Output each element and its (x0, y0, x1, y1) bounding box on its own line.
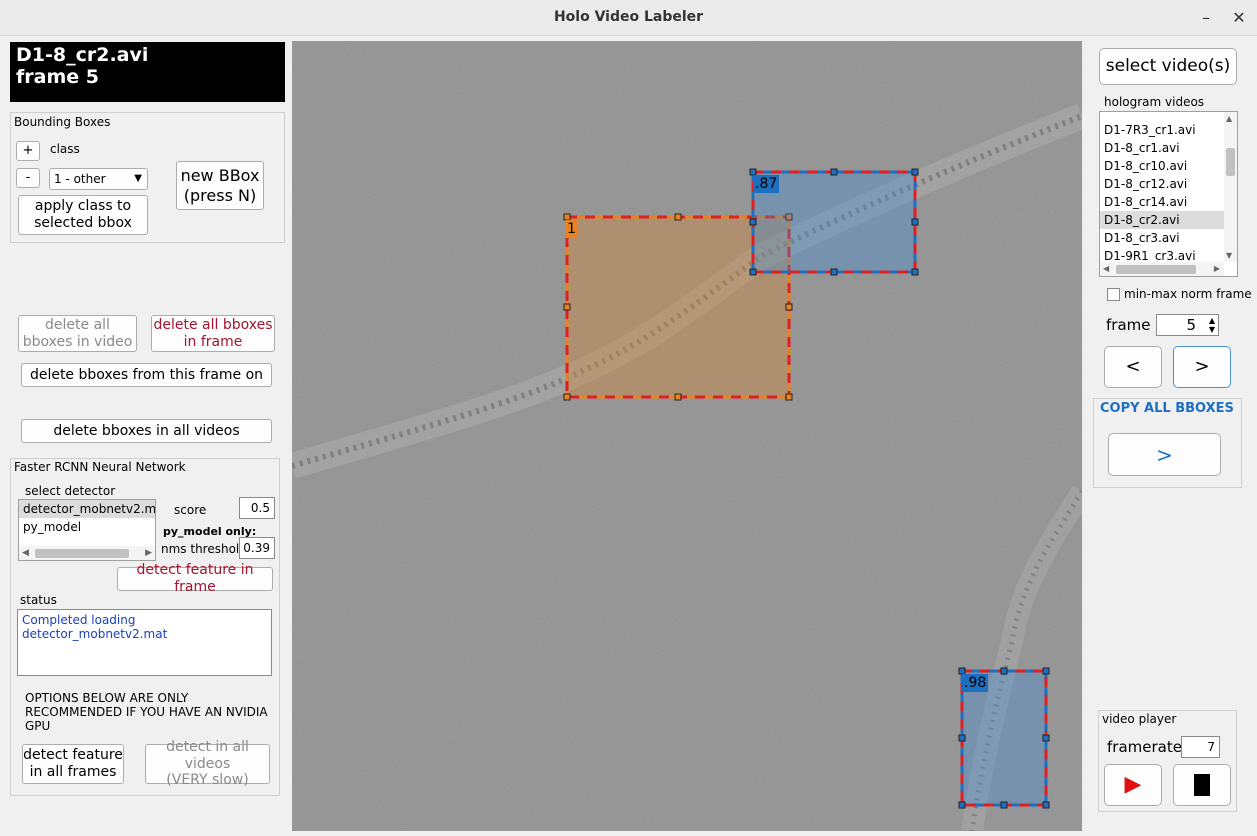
video-list-item[interactable]: D1-8_cr14.avi (1100, 193, 1224, 211)
frame-label: frame (1106, 316, 1151, 334)
framerate-label: framerate (1107, 738, 1182, 756)
score-input[interactable]: 0.5 (239, 497, 275, 519)
bbox-2-label: .87 (753, 175, 780, 193)
scroll-right-icon[interactable]: ▶ (1214, 262, 1220, 276)
scroll-up-icon[interactable]: ▲ (1226, 114, 1232, 123)
hologram-image[interactable] (292, 41, 1082, 831)
detector-list-scrollbar[interactable]: ◀ ▶ (19, 546, 155, 560)
score-label: score (174, 503, 207, 517)
apply-class-button[interactable]: apply class to selected bbox (18, 195, 148, 235)
minmax-norm-label: min-max norm frame (1124, 287, 1252, 301)
video-list-item[interactable]: D1-8_cr12.avi (1100, 175, 1224, 193)
nms-threshold-input[interactable]: 0.39 (239, 537, 275, 559)
scroll-left-icon[interactable]: ◀ (22, 546, 29, 560)
hologram-frame-view[interactable]: 1 .87 .98 (292, 41, 1082, 831)
delete-all-bboxes-in-video-button[interactable]: delete all bboxes in video (18, 315, 137, 352)
copy-bboxes-next-button[interactable]: > (1108, 433, 1221, 476)
close-button[interactable]: ✕ (1229, 8, 1249, 28)
class-dropdown[interactable]: 1 - other ▼ (49, 168, 148, 190)
detect-in-all-videos-button[interactable]: detect in all videos (VERY slow) (145, 739, 270, 788)
scroll-down-icon[interactable]: ▼ (1226, 251, 1232, 260)
frame-spinner[interactable]: 5 ▲ ▼ (1156, 314, 1219, 336)
minmax-norm-checkbox[interactable] (1107, 288, 1120, 301)
play-icon: ▶ (1124, 771, 1142, 797)
frame-spinner-value: 5 (1186, 316, 1196, 334)
video-list-vscrollbar[interactable]: ▲ ▼ (1224, 112, 1237, 262)
status-label: status (20, 593, 57, 607)
select-detector-label: select detector (25, 484, 116, 498)
video-list[interactable]: D1-7R3_cr1.avi D1-8_cr1.avi D1-8_cr10.av… (1099, 111, 1238, 277)
spinner-up-icon[interactable]: ▲ (1209, 316, 1215, 325)
delete-bboxes-all-videos-button[interactable]: delete bboxes in all videos (21, 419, 272, 443)
add-class-button[interactable]: + (16, 141, 40, 161)
detector-item[interactable]: detector_mobnetv2.mat (19, 500, 155, 518)
next-frame-button[interactable]: > (1173, 346, 1231, 388)
nms-threshold-label: nms threshold (161, 542, 247, 556)
scrollbar-thumb[interactable] (35, 549, 129, 558)
hologram-videos-label: hologram videos (1104, 95, 1205, 109)
video-list-item[interactable]: D1-9R1_cr3.avi (1100, 247, 1224, 262)
delete-all-bboxes-in-frame-button[interactable]: delete all bboxes in frame (151, 315, 275, 352)
video-list-item[interactable]: D1-8_cr3.avi (1100, 229, 1224, 247)
detect-feature-all-frames-button[interactable]: detect feature in all frames (22, 744, 124, 784)
video-filename: D1-8_cr2.avi (16, 44, 149, 66)
stop-icon (1194, 774, 1210, 796)
frame-number-label: frame 5 (16, 66, 99, 88)
video-player-title: video player (1102, 712, 1177, 726)
bbox-3-label: .98 (962, 674, 989, 692)
video-list-item[interactable]: D1-8_cr10.avi (1100, 157, 1224, 175)
scroll-right-icon[interactable]: ▶ (145, 546, 152, 560)
gpu-note: OPTIONS BELOW ARE ONLY RECOMMENDED IF YO… (25, 691, 268, 733)
bbox-1-label: 1 (565, 220, 578, 238)
stop-button[interactable] (1173, 764, 1231, 806)
spinner-down-icon[interactable]: ▼ (1209, 325, 1215, 334)
new-bbox-button[interactable]: new BBox (press N) (176, 161, 264, 210)
video-list-item[interactable]: D1-8_cr2.avi (1100, 211, 1224, 229)
detector-list[interactable]: detector_mobnetv2.mat py_model ◀ ▶ (18, 499, 156, 561)
detector-item[interactable]: py_model (19, 518, 155, 536)
video-header: D1-8_cr2.avi frame 5 (10, 42, 285, 102)
scrollbar-thumb[interactable] (1226, 148, 1235, 176)
dropdown-arrow-icon: ▼ (134, 173, 142, 184)
previous-frame-button[interactable]: < (1104, 346, 1162, 388)
class-label: class (50, 142, 80, 156)
play-button[interactable]: ▶ (1104, 764, 1162, 806)
window-title: Holo Video Labeler (553, 9, 704, 25)
neural-network-title: Faster RCNN Neural Network (14, 460, 186, 474)
bounding-boxes-title: Bounding Boxes (14, 115, 111, 129)
video-list-item[interactable]: D1-8_cr1.avi (1100, 139, 1224, 157)
video-list-hscrollbar[interactable]: ◀ ▶ (1100, 262, 1224, 276)
title-bar: Holo Video Labeler – ✕ (0, 0, 1257, 36)
class-dropdown-value: 1 - other (54, 172, 106, 186)
framerate-input[interactable]: 7 (1181, 736, 1220, 758)
status-box: Completed loading detector_mobnetv2.mat (17, 609, 272, 676)
scroll-left-icon[interactable]: ◀ (1103, 262, 1109, 276)
status-text: Completed loading detector_mobnetv2.mat (22, 613, 168, 641)
remove-class-button[interactable]: - (16, 168, 40, 188)
detect-feature-in-frame-button[interactable]: detect feature in frame (117, 562, 273, 595)
select-videos-button[interactable]: select video(s) (1099, 48, 1237, 85)
scrollbar-thumb[interactable] (1116, 265, 1196, 274)
copy-bboxes-title: COPY ALL BBOXES (1100, 401, 1234, 416)
minimize-button[interactable]: – (1196, 8, 1216, 28)
video-list-item[interactable]: D1-7R3_cr1.avi (1100, 121, 1224, 139)
delete-bboxes-from-frame-on-button[interactable]: delete bboxes from this frame on (21, 363, 272, 387)
